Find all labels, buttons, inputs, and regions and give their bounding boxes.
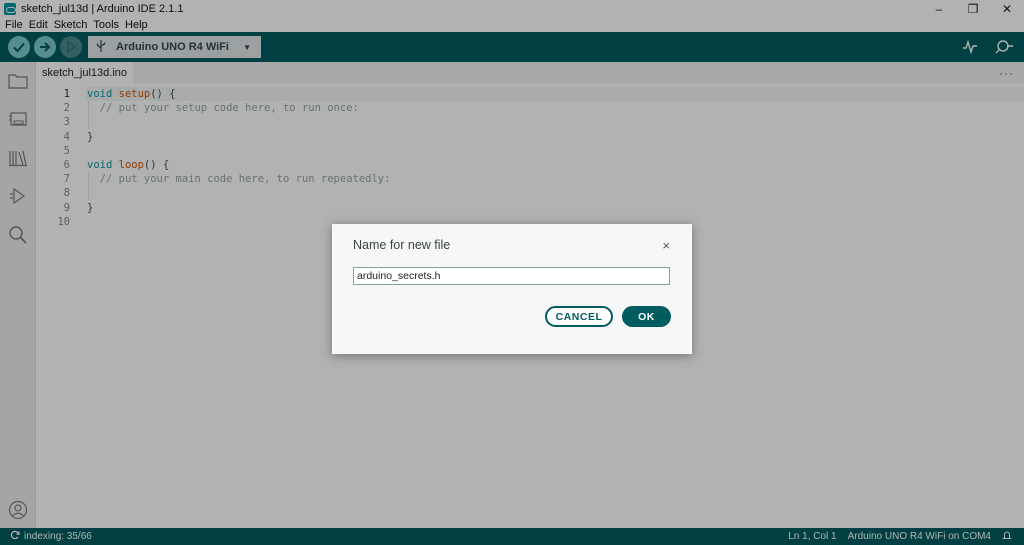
dialog-title: Name for new file — [353, 238, 451, 252]
new-file-dialog: Name for new file × CANCEL OK — [332, 224, 692, 354]
file-name-input[interactable] — [353, 267, 670, 285]
close-icon[interactable]: × — [662, 238, 670, 253]
cancel-button[interactable]: CANCEL — [545, 306, 613, 327]
ok-button[interactable]: OK — [622, 306, 671, 327]
